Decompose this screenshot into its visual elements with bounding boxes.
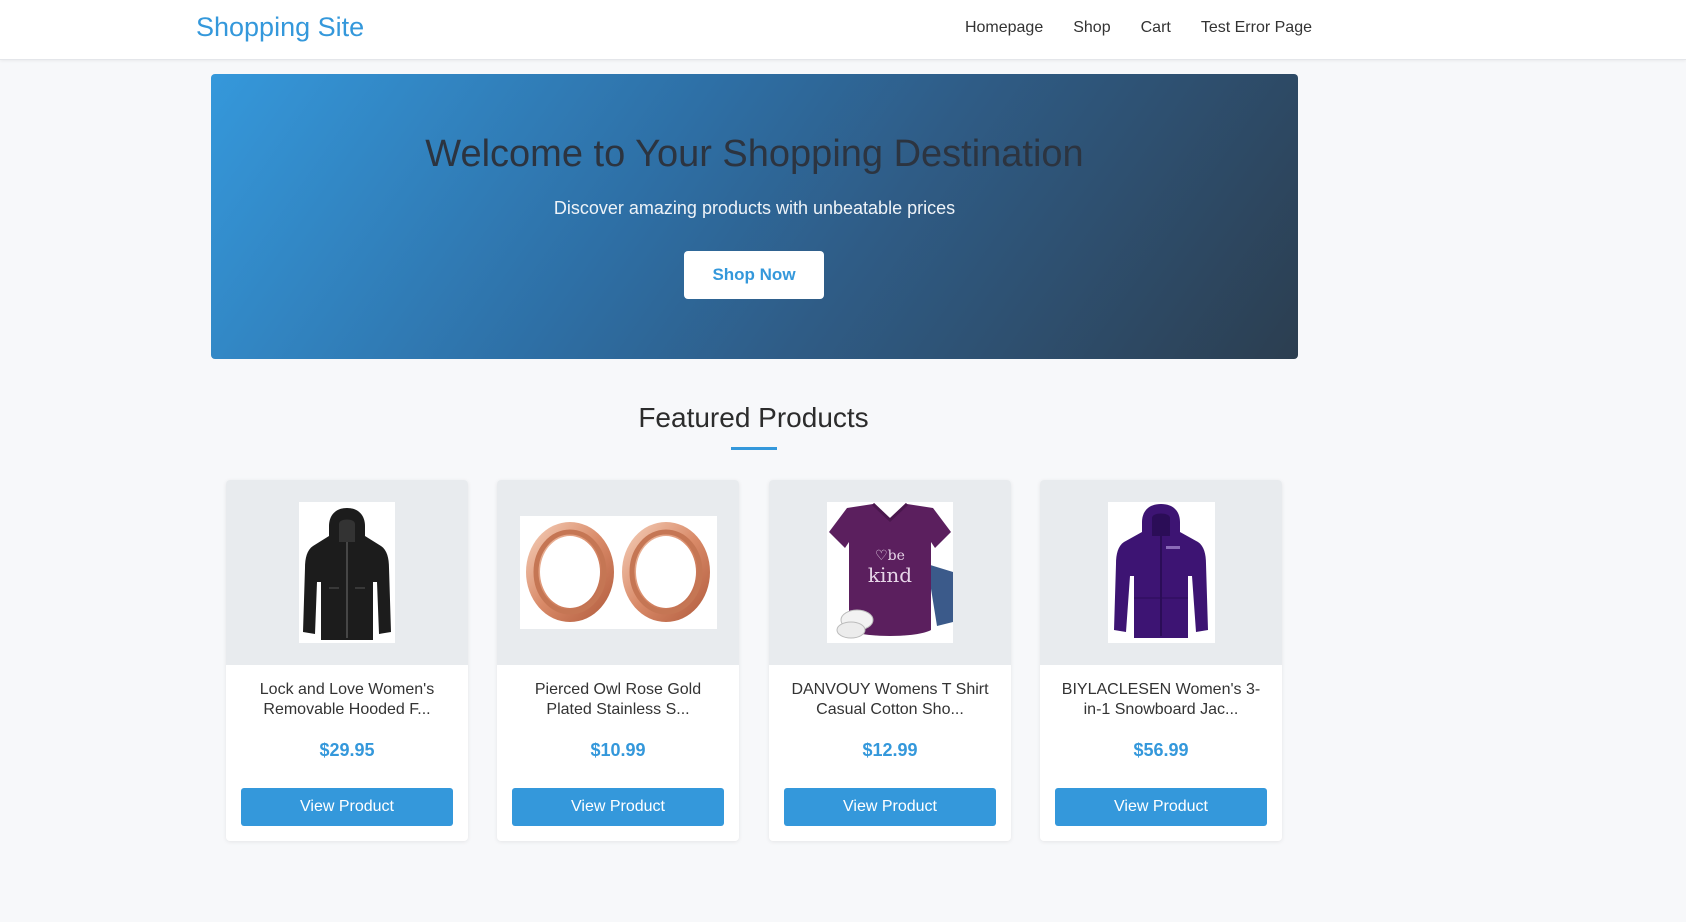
snowboard-jacket-icon[interactable] — [1107, 502, 1215, 643]
svg-text:kind: kind — [868, 563, 912, 587]
product-name[interactable]: BIYLACLESEN Women's 3-in-1 Snowboard Jac… — [1054, 680, 1268, 720]
product-name[interactable]: Lock and Love Women's Removable Hooded F… — [240, 680, 454, 720]
product-card: Lock and Love Women's Removable Hooded F… — [226, 480, 468, 841]
navbar: Shopping Site Homepage Shop Cart Test Er… — [0, 0, 1686, 60]
svg-text:♡be: ♡be — [875, 548, 905, 564]
view-product-button[interactable]: View Product — [784, 788, 996, 826]
nav-link-homepage[interactable]: Homepage — [965, 19, 1043, 37]
nav-links: Homepage Shop Cart Test Error Page — [965, 19, 1312, 37]
product-name[interactable]: DANVOUY Womens T Shirt Casual Cotton Sho… — [783, 680, 997, 720]
product-price: $12.99 — [862, 740, 918, 760]
ear-tunnels-icon[interactable] — [519, 516, 717, 629]
product-price: $10.99 — [590, 740, 646, 760]
view-product-button[interactable]: View Product — [241, 788, 453, 826]
hero-subtitle: Discover amazing products with unbeatabl… — [553, 198, 956, 218]
product-image-area: ♡be kind — [769, 480, 1011, 665]
product-image-area — [226, 480, 468, 665]
product-card: Pierced Owl Rose Gold Plated Stainless S… — [497, 480, 739, 841]
product-name[interactable]: Pierced Owl Rose Gold Plated Stainless S… — [511, 680, 725, 720]
leather-jacket-icon[interactable] — [299, 502, 395, 643]
product-card: BIYLACLESEN Women's 3-in-1 Snowboard Jac… — [1040, 480, 1282, 841]
product-image-area — [1040, 480, 1282, 665]
view-product-button[interactable]: View Product — [512, 788, 724, 826]
brand-logo[interactable]: Shopping Site — [196, 12, 364, 43]
shop-now-button[interactable]: Shop Now — [684, 251, 824, 299]
nav-link-shop[interactable]: Shop — [1073, 19, 1110, 37]
hero-title: Welcome to Your Shopping Destination — [425, 133, 1084, 175]
view-product-button[interactable]: View Product — [1055, 788, 1267, 826]
title-underline — [731, 447, 777, 450]
product-price: $56.99 — [1133, 740, 1189, 760]
hero-banner: Welcome to Your Shopping Destination Dis… — [211, 74, 1298, 359]
section-title: Featured Products — [638, 402, 869, 433]
product-card: ♡be kind DANVOUY Womens T Shirt Casual C… — [769, 480, 1011, 841]
product-image-area — [497, 480, 739, 665]
nav-link-test-error-page[interactable]: Test Error Page — [1201, 19, 1312, 37]
tshirt-icon[interactable]: ♡be kind — [827, 502, 953, 643]
nav-link-cart[interactable]: Cart — [1141, 19, 1171, 37]
product-price: $29.95 — [319, 740, 375, 760]
